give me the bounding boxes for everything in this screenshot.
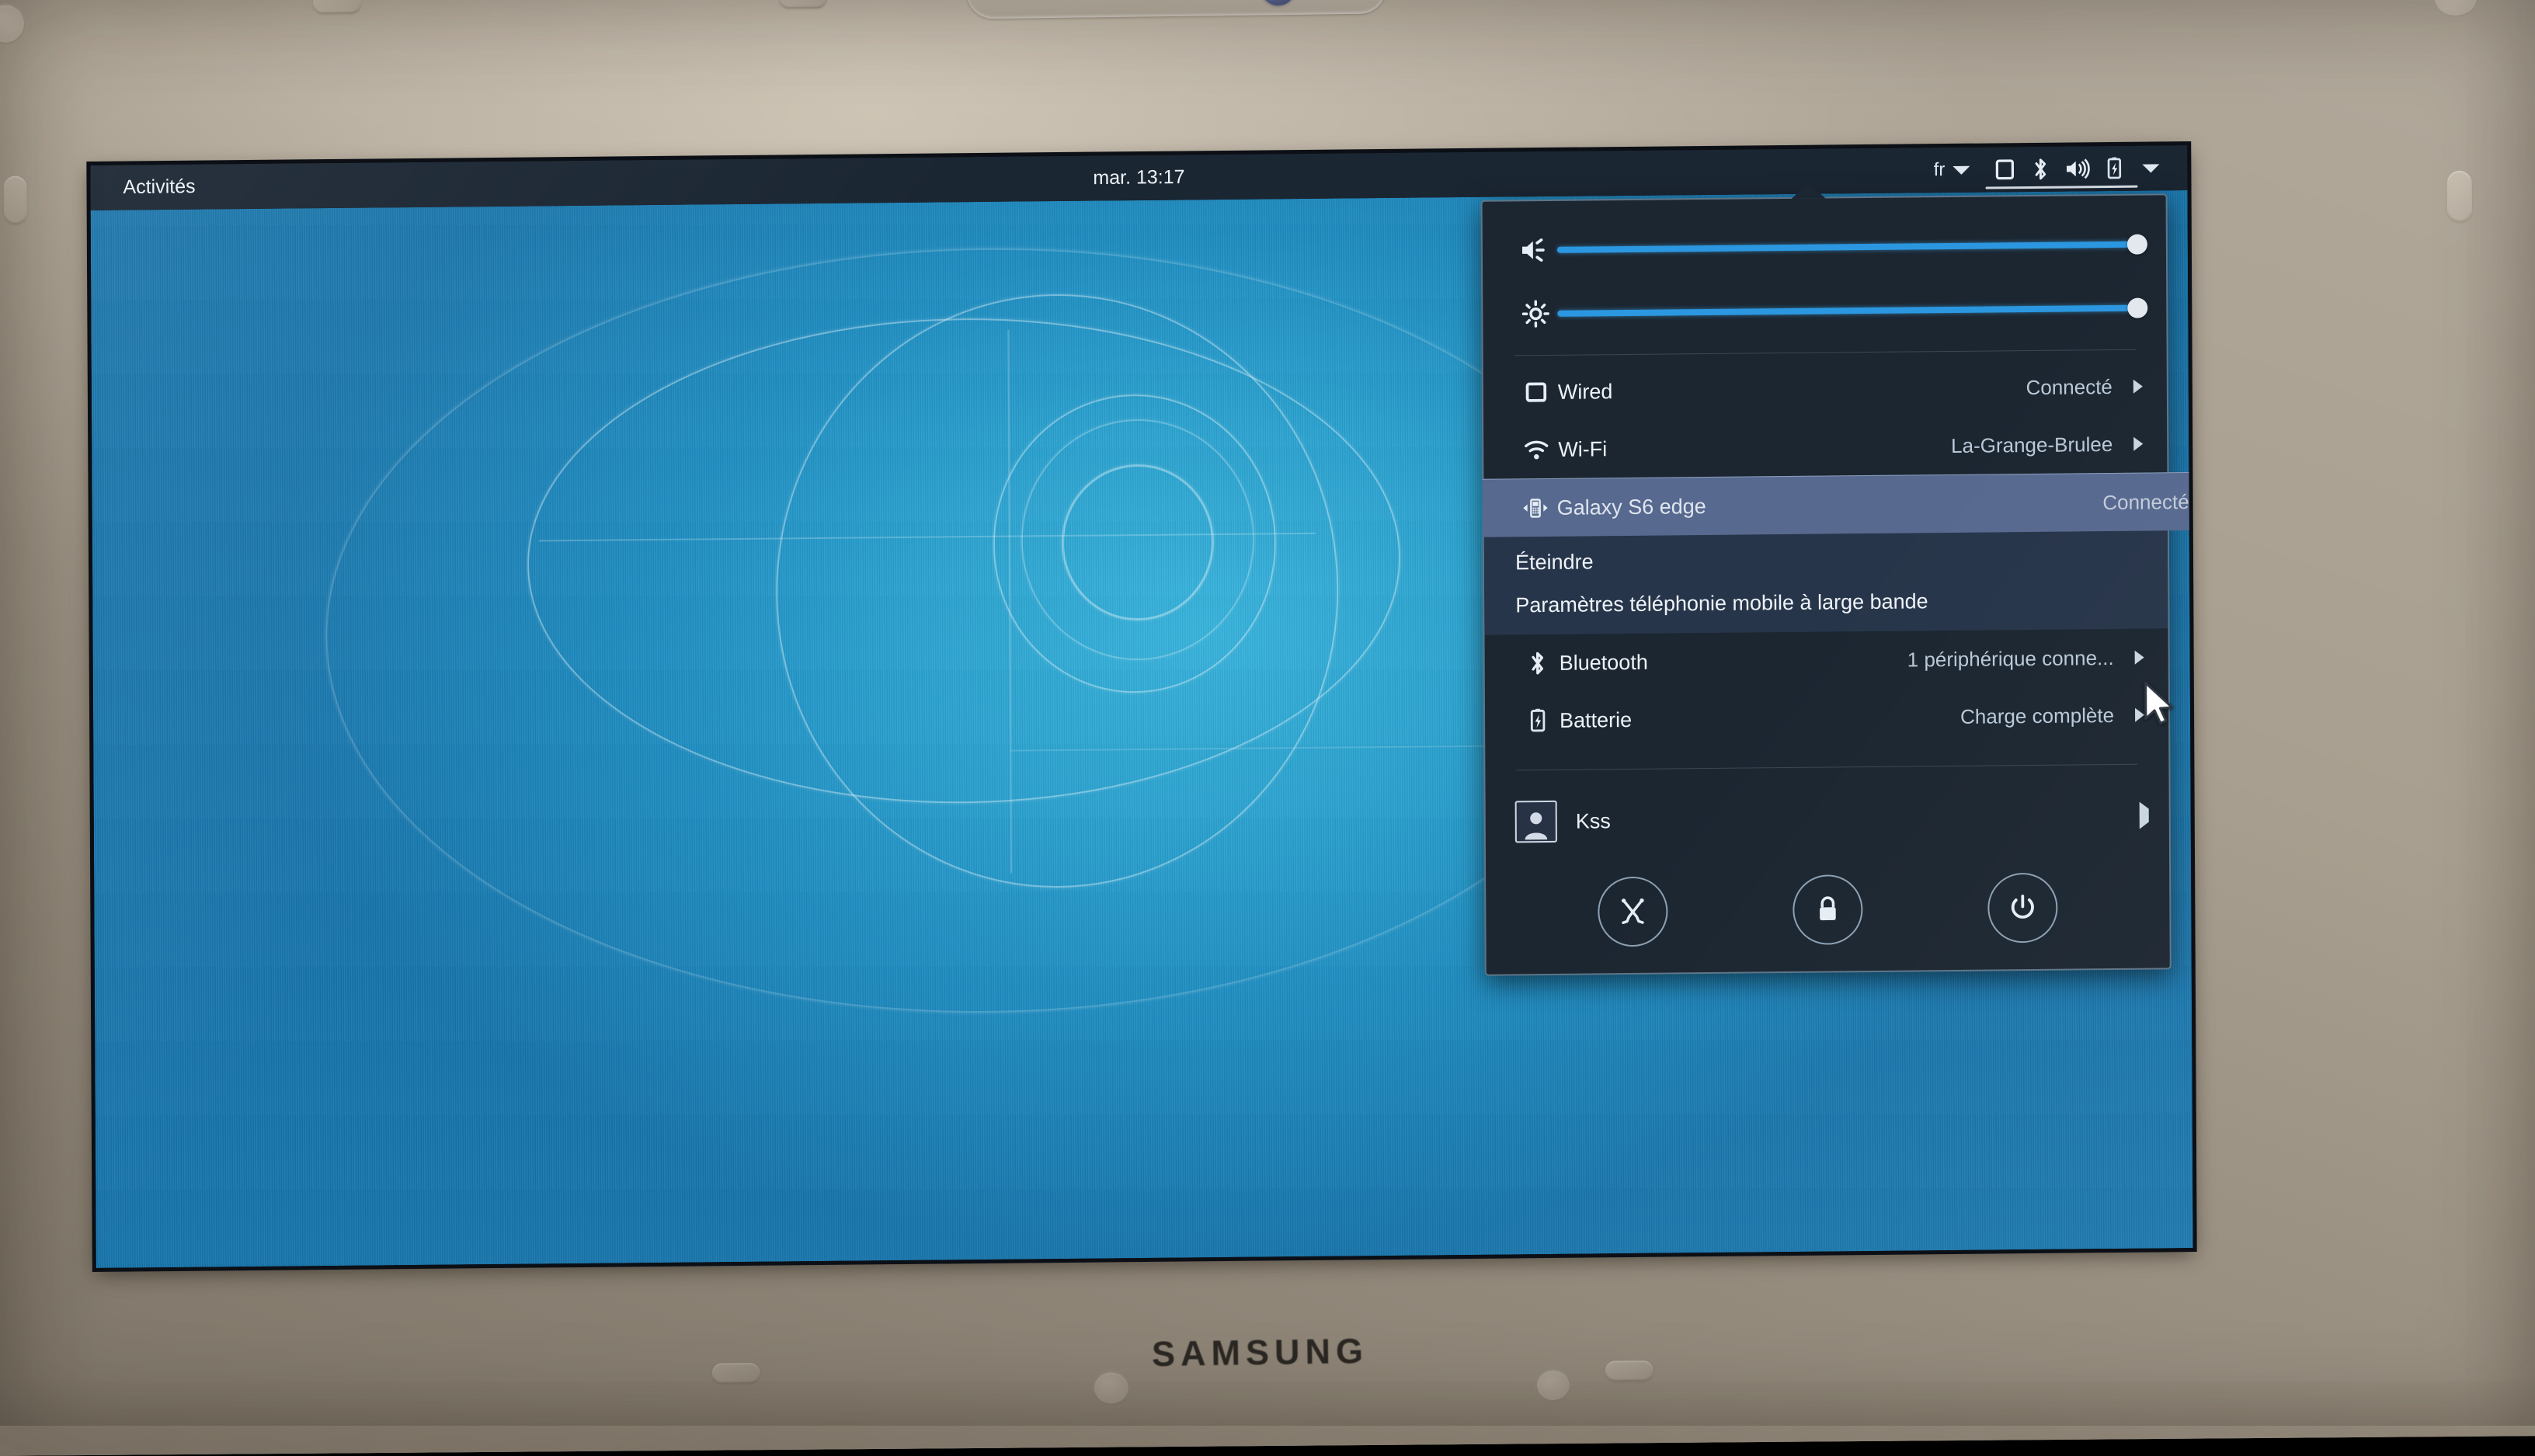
bezel-bumper	[312, 0, 361, 14]
activities-button[interactable]: Activités	[116, 172, 201, 202]
volume-slider-handle[interactable]	[2126, 234, 2147, 255]
bezel-bumper	[711, 1363, 760, 1384]
volume-icon	[2066, 158, 2090, 179]
menu-pointer-triangle	[1791, 182, 1826, 199]
webcam-module: DIGITAL LIVECAM	[966, 0, 1387, 19]
menu-item-value: 1 périphérique conne...	[1907, 645, 2114, 672]
menu-item-mobile-broadband[interactable]: Galaxy S6 edge Connecté	[1482, 471, 2193, 537]
wifi-icon	[1514, 438, 1558, 462]
menu-item-label: Wi-Fi	[1558, 436, 1608, 461]
submenu-item-turn-off[interactable]: Éteindre	[1484, 535, 2168, 584]
user-name-label: Kss	[1575, 808, 1611, 833]
submenu-item-settings[interactable]: Paramètres téléphonie mobile à large ban…	[1484, 578, 2168, 627]
keyboard-layout-button[interactable]: fr	[1921, 148, 1983, 193]
menu-item-value: Connecté	[2102, 489, 2189, 514]
menu-action-bar	[1486, 851, 2170, 974]
bezel-screw	[1535, 1368, 1571, 1402]
menu-item-label: Bluetooth	[1559, 650, 1648, 675]
bluetooth-icon	[2035, 158, 2046, 180]
menu-item-value: Connecté	[2026, 374, 2112, 399]
wired-icon	[1514, 380, 1558, 405]
bezel-screw	[0, 3, 26, 44]
lock-icon	[1820, 896, 1836, 921]
bezel-bumper	[3, 175, 28, 224]
aggregate-menu-arrow[interactable]	[2134, 145, 2170, 190]
bezel-screw	[1092, 1371, 1130, 1406]
menu-item-value: La-Grange-Brulee	[1951, 432, 2113, 457]
system-menu-panel: Wired Connecté Wi-Fi La-Grange-Brulee Ga…	[1480, 193, 2193, 976]
battery-icon	[1516, 707, 1560, 735]
brightness-slider-handle[interactable]	[2127, 297, 2148, 318]
volume-slider-track[interactable]	[1556, 234, 2147, 255]
divider	[1516, 763, 2138, 771]
menu-item-wifi[interactable]: Wi-Fi La-Grange-Brulee	[1483, 415, 2167, 478]
laptop-screen: Activités mar. 13:17 fr Wired Connecté W…	[90, 145, 2193, 1268]
camera-lens-icon	[1260, 0, 1295, 6]
menu-item-label: Galaxy S6 edge	[1556, 494, 1706, 520]
menu-item-wired[interactable]: Wired Connecté	[1483, 357, 2167, 421]
wired-network-icon	[1995, 159, 2015, 180]
chevron-right-icon	[2131, 650, 2148, 665]
battery-charging-icon	[2107, 157, 2122, 179]
wallpaper-spiral-ring	[323, 242, 1652, 1020]
menu-item-bluetooth[interactable]: Bluetooth 1 périphérique conne...	[1485, 628, 2168, 692]
menu-item-label: Wired	[1557, 379, 1613, 404]
lock-button[interactable]	[1793, 874, 1863, 945]
menu-item-value: Charge complète	[1959, 703, 2115, 728]
settings-button[interactable]	[1598, 876, 1668, 947]
clock-button[interactable]: mar. 13:17	[1093, 166, 1184, 189]
bluetooth-icon	[1516, 650, 1560, 677]
bezel-bumper	[1605, 1360, 1653, 1381]
bezel-screw	[2432, 0, 2479, 18]
brightness-slider[interactable]	[1483, 276, 2166, 346]
mobile-broadband-icon	[1514, 496, 1557, 520]
power-button[interactable]	[1987, 872, 2058, 943]
divider	[1514, 349, 2136, 356]
volume-slider[interactable]	[1483, 212, 2166, 282]
brand-logo: SAMSUNG	[1151, 1331, 1369, 1374]
avatar-icon	[1514, 800, 1557, 843]
tools-icon	[1622, 898, 1645, 924]
aggregate-status-icons[interactable]	[1982, 146, 2134, 193]
chevron-down-icon	[1953, 165, 1970, 175]
chevron-down-icon	[2142, 163, 2160, 173]
bezel-bumper	[2446, 170, 2473, 223]
chevron-right-icon	[2130, 379, 2147, 394]
power-icon	[2011, 895, 2034, 919]
bezel-bumper	[778, 0, 827, 9]
chevron-right-icon	[2139, 801, 2149, 829]
chevron-right-icon	[2130, 436, 2147, 451]
keyboard-layout-label: fr	[1933, 159, 1946, 181]
menu-item-battery[interactable]: Batterie Charge complète	[1485, 686, 2168, 749]
brightness-icon	[1514, 300, 1557, 328]
webcam-label: DIGITAL LIVECAM	[1058, 0, 1245, 2]
brightness-slider-track[interactable]	[1557, 297, 2148, 318]
status-area: fr	[1921, 145, 2171, 193]
menu-item-user[interactable]: Kss	[1486, 780, 2169, 857]
mobile-broadband-submenu: Éteindre Paramètres téléphonie mobile à …	[1483, 530, 2168, 635]
menu-item-label: Batterie	[1560, 707, 1633, 732]
mouse-pointer	[2144, 681, 2174, 725]
volume-icon	[1514, 237, 1557, 264]
